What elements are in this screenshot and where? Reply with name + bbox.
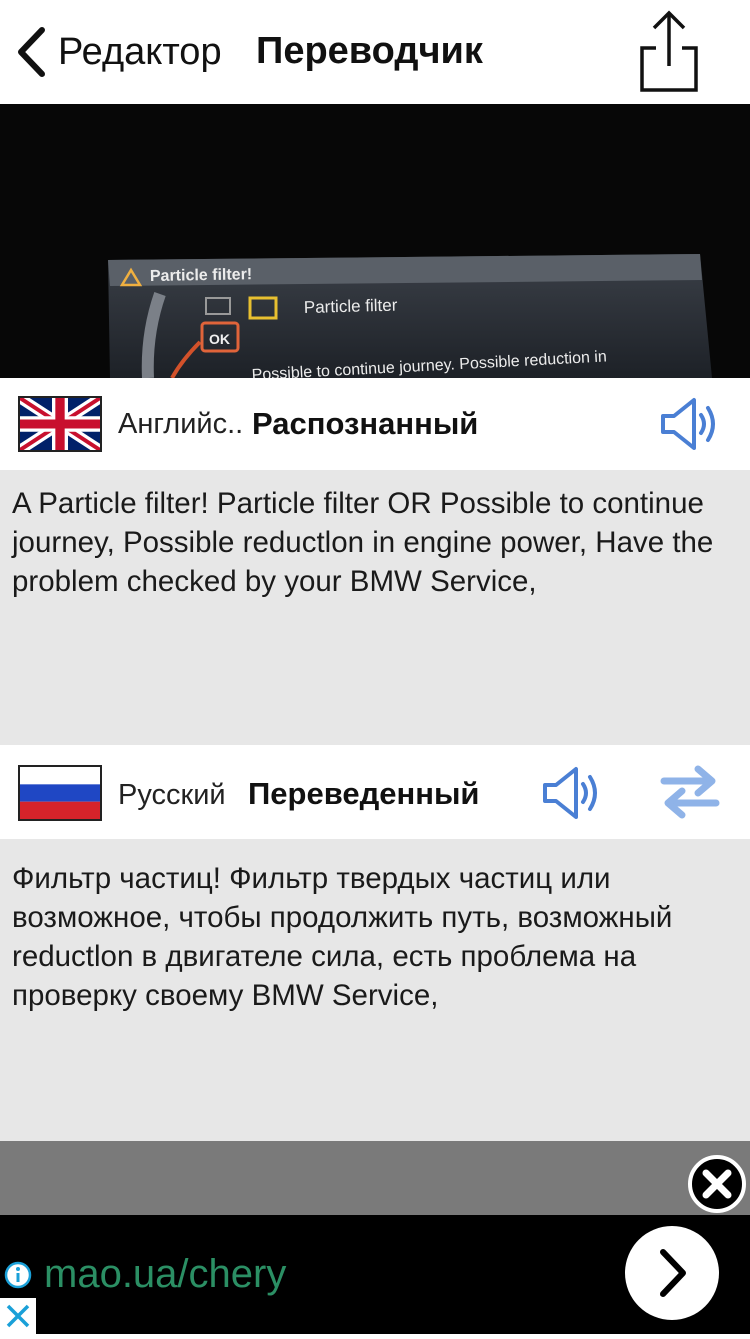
back-button-label: Редактор <box>58 30 222 73</box>
uk-flag-icon[interactable] <box>18 396 102 452</box>
target-language-name[interactable]: Русский <box>118 779 226 812</box>
ad-backdrop <box>0 1141 750 1215</box>
ad-url-link[interactable]: mao.ua/chery <box>44 1252 286 1297</box>
photo-dashboard-screen: Particle filter! OK Particle filter Poss… <box>0 104 750 378</box>
speaker-icon <box>543 767 597 819</box>
chevron-left-icon <box>18 27 45 77</box>
target-text-area[interactable]: Фильтр частиц! Фильтр твердых частиц или… <box>0 839 750 1141</box>
share-button[interactable] <box>636 8 702 96</box>
photo-panel-heading: Particle filter <box>304 296 398 317</box>
target-status-label: Переведенный <box>248 776 480 811</box>
chevron-right-icon <box>660 1249 686 1297</box>
source-text-area[interactable]: A Particle filter! Particle filter OR Po… <box>0 470 750 745</box>
target-language-bar: Русский Переведенный <box>0 745 750 839</box>
swap-arrows-icon <box>660 765 720 819</box>
info-icon <box>4 1261 32 1289</box>
source-language-bar: Английс.. Распознанный <box>0 378 750 470</box>
ad-dismiss-button[interactable] <box>0 1298 36 1334</box>
swap-languages-button[interactable] <box>660 763 720 819</box>
ad-open-button[interactable] <box>625 1226 719 1320</box>
ad-close-button[interactable] <box>687 1154 747 1214</box>
source-language-name[interactable]: Английс.. <box>118 408 243 441</box>
target-speak-button[interactable] <box>540 763 604 823</box>
captured-photo: Particle filter! OK Particle filter Poss… <box>0 104 750 378</box>
photo-ok-label: OK <box>209 331 230 347</box>
source-status-label: Распознанный <box>252 406 479 441</box>
ad-info-button[interactable] <box>4 1261 32 1289</box>
page-title: Переводчик <box>256 30 483 72</box>
close-icon <box>688 1155 746 1213</box>
photo-warning-title: Particle filter! <box>150 266 253 285</box>
speaker-icon <box>661 398 715 450</box>
navigation-bar: Редактор Переводчик <box>0 0 750 104</box>
back-button[interactable]: Редактор <box>14 22 222 82</box>
share-icon <box>640 10 698 92</box>
russia-flag-icon[interactable] <box>18 765 102 821</box>
close-icon <box>6 1304 30 1328</box>
source-speak-button[interactable] <box>658 394 722 454</box>
